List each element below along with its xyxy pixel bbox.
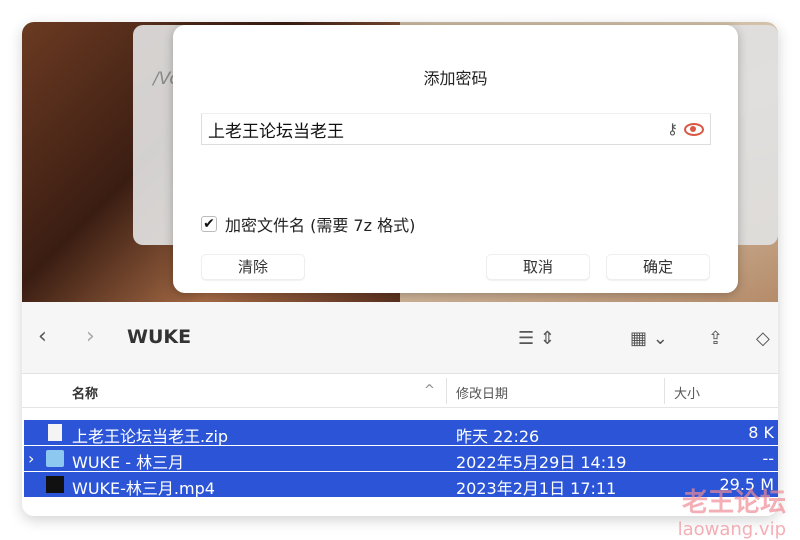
video-file-icon	[46, 476, 64, 493]
eye-icon[interactable]	[684, 122, 704, 136]
file-name: WUKE-林三月.mp4	[72, 479, 215, 498]
zip-file-icon	[48, 424, 62, 441]
password-value: 上老王论坛当老王	[208, 121, 344, 142]
file-date: 2023年2月1日 17:11	[456, 479, 617, 498]
share-icon[interactable]: ⇪	[708, 328, 723, 349]
file-date: 2022年5月29日 14:19	[456, 453, 627, 472]
column-header: 名称 ^ 修改日期 大小	[22, 374, 778, 408]
watermark-url: laowang.vip	[677, 519, 786, 540]
checkmark-icon[interactable]: ✔	[201, 216, 217, 232]
file-row[interactable]: 上老王论坛当老王.zip 昨天 22:26 8 K	[24, 420, 778, 446]
file-size: 8 K	[748, 423, 774, 442]
back-icon[interactable]: ‹	[38, 324, 47, 349]
column-size[interactable]: 大小	[674, 383, 700, 402]
list-view-icon[interactable]: ☰ ⇕	[518, 328, 555, 349]
add-password-dialog: 添加密码 上老王论坛当老王 ⚷ ✔ 加密文件名 (需要 7z 格式) 清除 取消…	[173, 25, 738, 293]
file-list: 名称 ^ 修改日期 大小 上老王论坛当老王.zip 昨天 22:26 8 K ›…	[22, 374, 778, 516]
ok-button[interactable]: 确定	[606, 254, 710, 280]
dialog-title: 添加密码	[423, 69, 488, 88]
file-name: 上老王论坛当老王.zip	[72, 427, 229, 446]
file-row[interactable]: › WUKE - 林三月 2022年5月29日 14:19 --	[24, 446, 778, 472]
file-row[interactable]: WUKE-林三月.mp4 2023年2月1日 17:11 29.5 M	[24, 472, 778, 498]
watermark-text: 老王论坛	[681, 488, 786, 518]
clear-button[interactable]: 清除	[201, 254, 305, 280]
disclosure-chevron-icon[interactable]: ›	[28, 449, 34, 468]
column-name[interactable]: 名称	[72, 383, 98, 402]
cancel-button[interactable]: 取消	[486, 254, 590, 280]
tag-icon[interactable]: ◇	[756, 328, 770, 349]
folder-icon	[46, 450, 64, 467]
password-input[interactable]: 上老王论坛当老王 ⚷	[201, 113, 711, 145]
key-icon[interactable]: ⚷	[667, 120, 678, 138]
forward-icon[interactable]: ›	[86, 324, 95, 349]
file-date: 昨天 22:26	[456, 427, 540, 446]
encrypt-filenames-checkbox[interactable]: ✔ 加密文件名 (需要 7z 格式)	[201, 212, 415, 236]
folder-title: WUKE	[127, 326, 192, 348]
file-size: --	[762, 449, 774, 468]
group-icon[interactable]: ▦ ⌄	[630, 328, 668, 349]
toolbar: ‹ › WUKE ☰ ⇕ ▦ ⌄ ⇪ ◇	[22, 302, 778, 374]
finder-window: /Vo 添加密码 上老王论坛当老王 ⚷ ✔ 加密文件名 (需要 7z 格式) 清…	[22, 22, 778, 516]
sort-ascending-icon[interactable]: ^	[424, 383, 435, 398]
file-name: WUKE - 林三月	[72, 453, 185, 472]
watermark: 老王论坛 laowang.vip	[678, 482, 786, 540]
checkbox-label: 加密文件名 (需要 7z 格式)	[225, 216, 416, 235]
column-date[interactable]: 修改日期	[456, 383, 508, 402]
